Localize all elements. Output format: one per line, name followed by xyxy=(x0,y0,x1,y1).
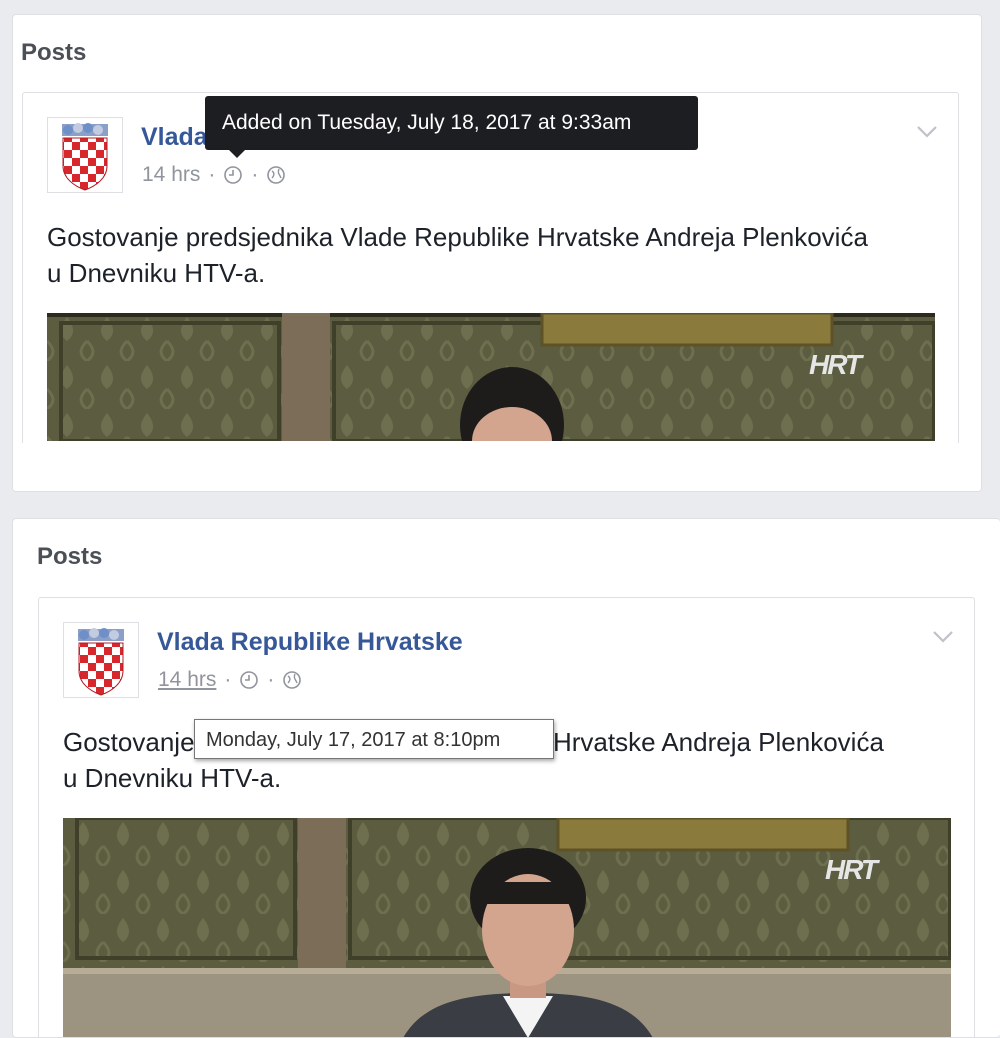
post-meta: 14 hrs · · xyxy=(142,163,286,187)
video-frame xyxy=(63,818,951,1037)
clock-icon[interactable] xyxy=(239,670,259,690)
posts-panel-bottom: Posts Vlada Republike Hrvatske 14 hrs · … xyxy=(12,518,1000,1038)
page-avatar[interactable] xyxy=(47,117,123,193)
timestamp-tooltip: Monday, July 17, 2017 at 8:10pm xyxy=(194,719,554,759)
page-avatar[interactable] xyxy=(63,622,139,698)
tv-channel-logo: HRT xyxy=(825,854,878,885)
meta-separator: · xyxy=(208,163,216,186)
video-thumbnail[interactable]: HRT xyxy=(63,818,951,1037)
croatia-coat-of-arms-icon xyxy=(78,628,124,696)
post-meta: 14 hrs · · xyxy=(158,668,302,692)
page-name-link[interactable]: Vlada xyxy=(141,123,208,152)
chevron-down-icon[interactable] xyxy=(932,630,954,644)
video-thumbnail[interactable]: HRT xyxy=(47,313,935,441)
post-text: Gostovanje predsjednika Vlade Republike … xyxy=(47,222,868,288)
chevron-down-icon[interactable] xyxy=(916,125,938,139)
clock-icon[interactable] xyxy=(223,165,243,185)
posts-heading: Posts xyxy=(21,39,87,66)
video-frame xyxy=(47,313,935,441)
post-timestamp-link[interactable]: 14 hrs xyxy=(142,163,200,187)
timestamp-tooltip: Added on Tuesday, July 18, 2017 at 9:33a… xyxy=(205,96,698,158)
post-card: Vlada 14 hrs · · Gostovanje predsjednika… xyxy=(22,92,959,491)
tv-channel-logo: HRT xyxy=(809,349,862,380)
meta-separator: · xyxy=(267,668,275,691)
post-card: Vlada Republike Hrvatske 14 hrs · · Gost… xyxy=(38,597,975,1037)
posts-heading: Posts xyxy=(37,543,103,570)
panel-footer-strip xyxy=(13,443,981,491)
meta-separator: · xyxy=(224,668,232,691)
globe-icon[interactable] xyxy=(266,165,286,185)
post-timestamp-link[interactable]: 14 hrs xyxy=(158,668,216,692)
croatia-coat-of-arms-icon xyxy=(62,123,108,191)
globe-icon[interactable] xyxy=(282,670,302,690)
page-name-link[interactable]: Vlada Republike Hrvatske xyxy=(157,628,463,657)
posts-panel-top: Posts Vlada 14 hrs · · Gostovanje predsj… xyxy=(12,14,982,492)
meta-separator: · xyxy=(251,163,259,186)
